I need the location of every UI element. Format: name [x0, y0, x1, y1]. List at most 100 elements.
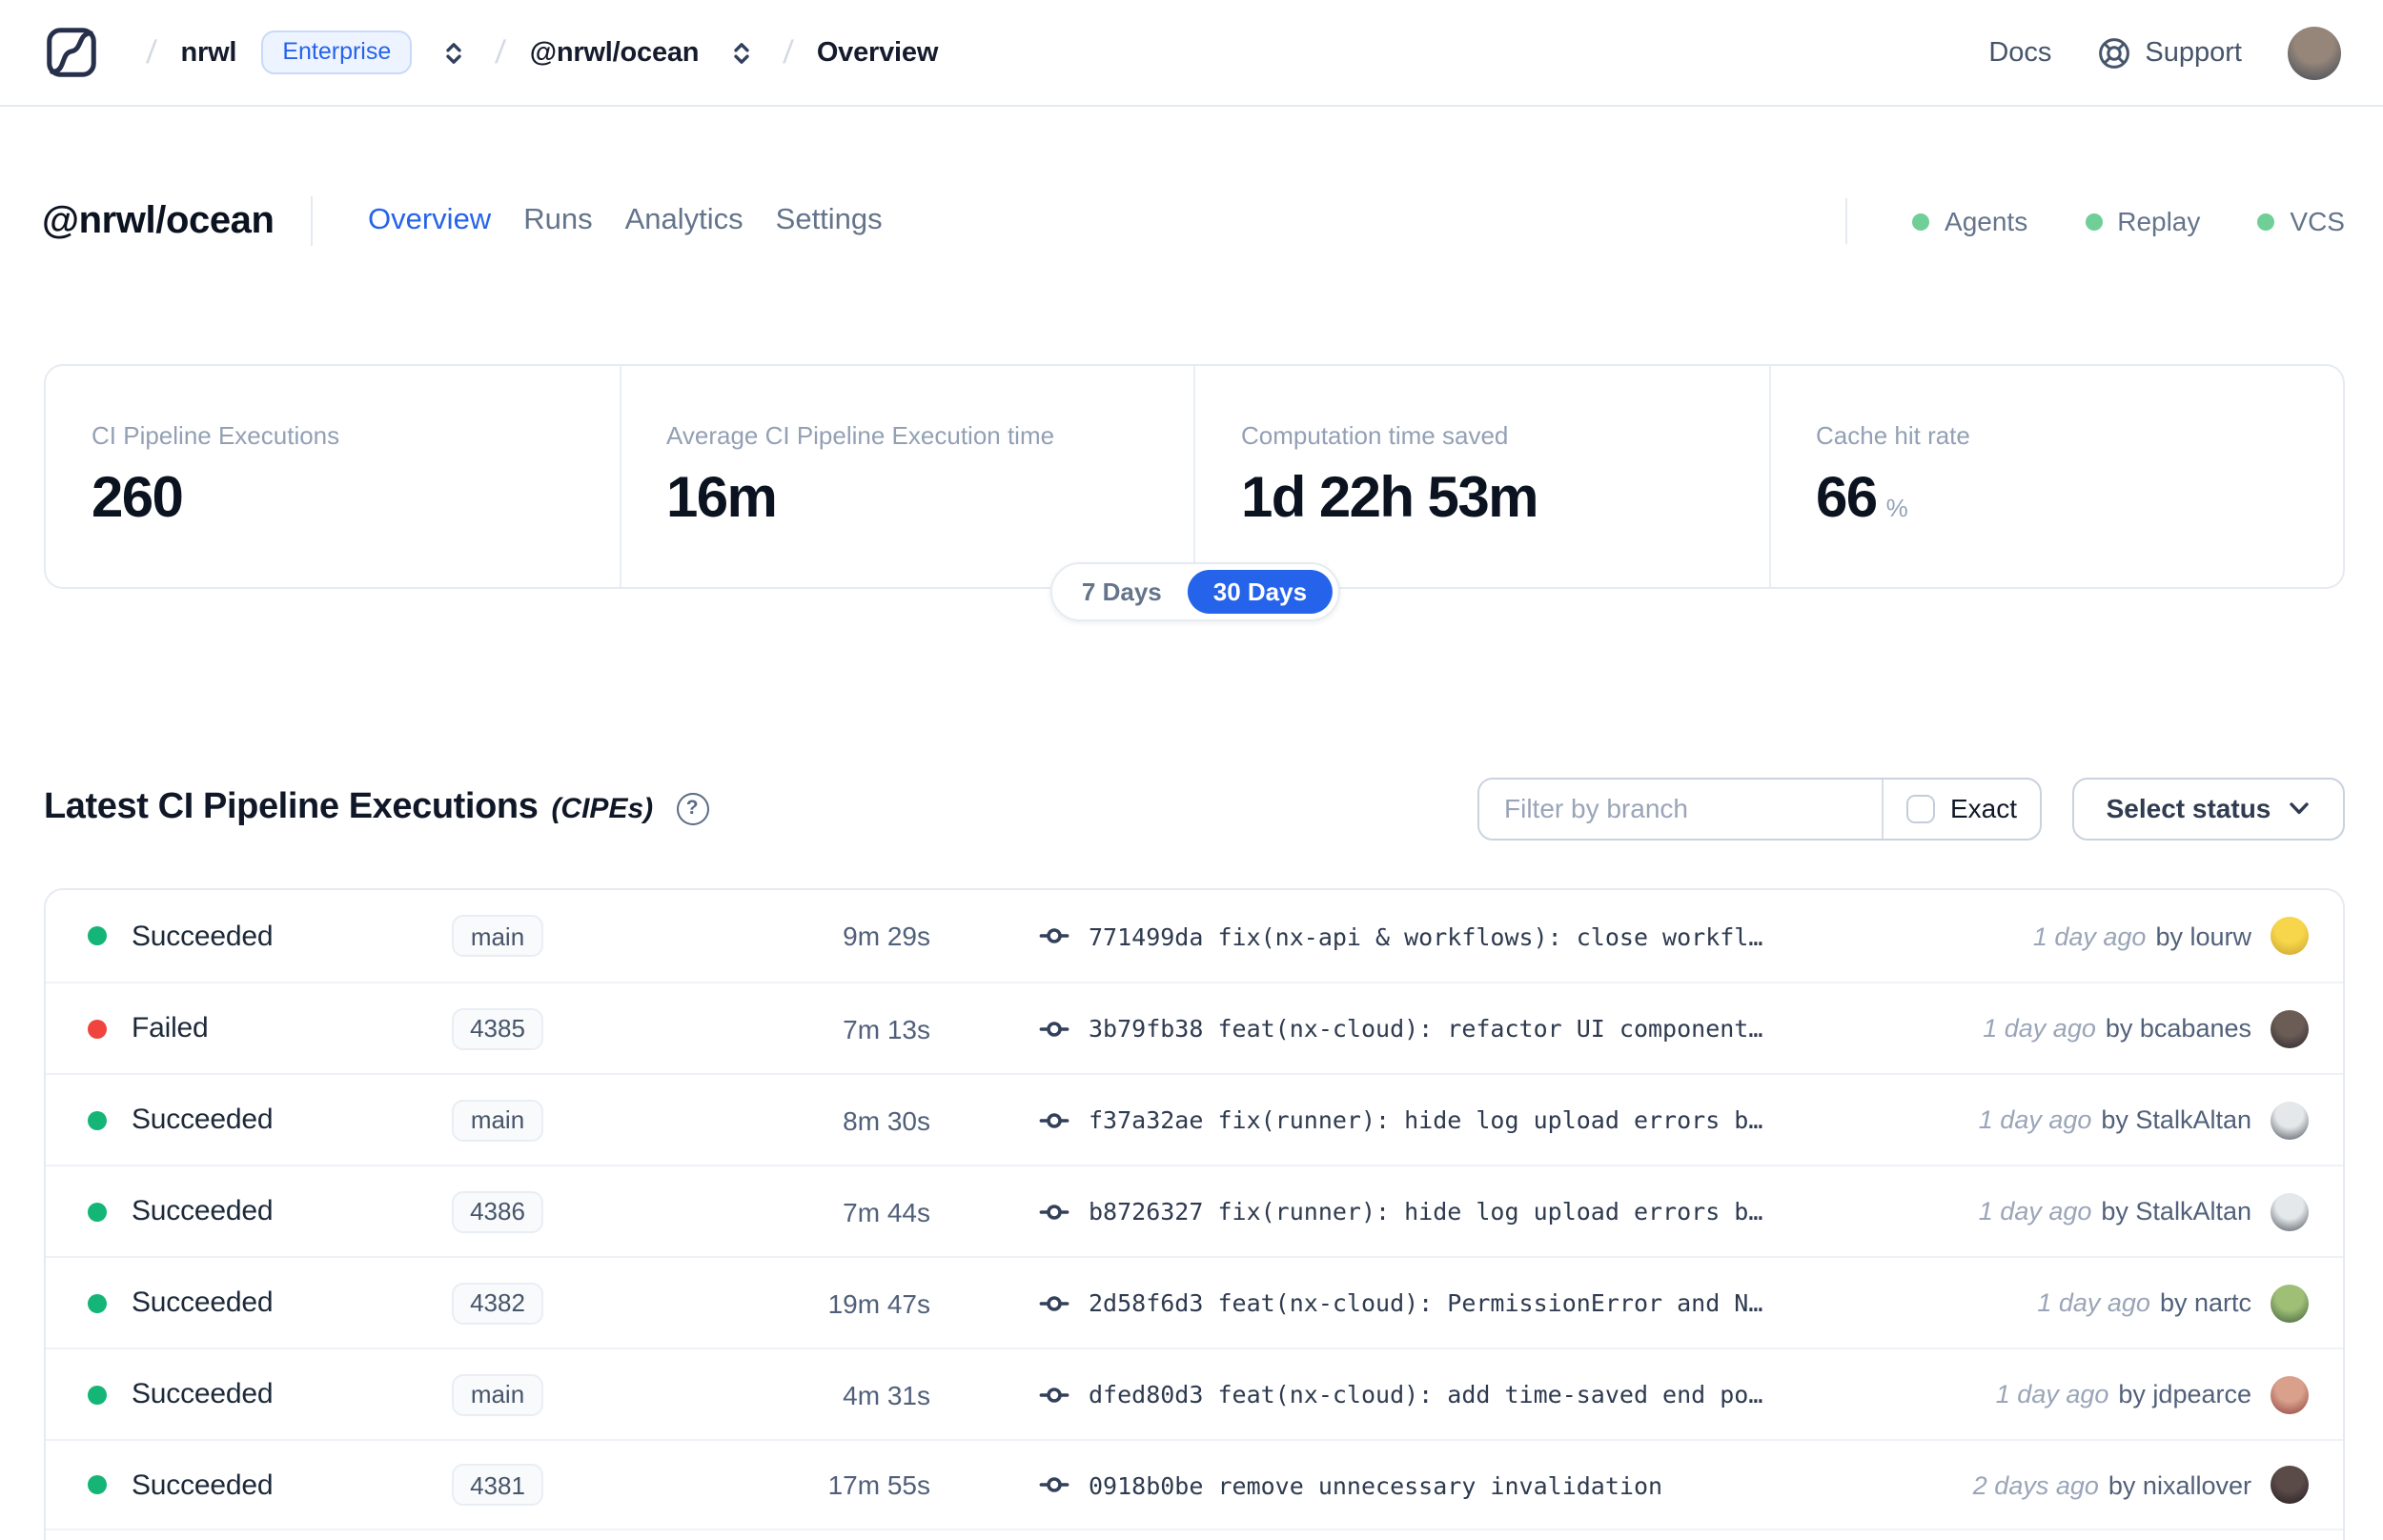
feature-agents: Agents — [1912, 206, 2027, 236]
header-right: Docs Support — [1988, 26, 2341, 79]
exact-checkbox[interactable] — [1905, 794, 1935, 822]
meta-cell: 1 day ago by StalkAltan — [1979, 1192, 2309, 1230]
tab-settings[interactable]: Settings — [776, 204, 883, 238]
status-dot-icon — [88, 1385, 107, 1404]
commit-link[interactable]: 3b79fb38 feat(nx-cloud): refactor UI com… — [1089, 1014, 1762, 1043]
stat-value: 260 — [92, 467, 184, 530]
branch-badge[interactable]: 4386 — [451, 1190, 544, 1232]
branch-badge[interactable]: main — [451, 915, 544, 957]
tab-overview[interactable]: Overview — [368, 204, 491, 238]
table-row[interactable]: Succeeded 4382 19m 47s 2d58f6d3 feat(nx-… — [46, 1256, 2343, 1348]
author-avatar[interactable] — [2271, 917, 2309, 955]
breadcrumb: / nrwl Enterprise / @nrwl/ocean / Overvi… — [145, 30, 938, 74]
status-cell: Succeeded — [88, 1469, 393, 1501]
status-label: Succeeded — [132, 1104, 274, 1136]
table-row[interactable]: Succeeded 4381 17m 55s 0918b0be remove u… — [46, 1439, 2343, 1530]
status-cell: Succeeded — [88, 1378, 393, 1410]
stat-card-computation-time-saved: Computation time saved 1d 22h 53m — [1193, 366, 1768, 587]
stat-card-ci-pipeline-executions: CI Pipeline Executions 260 — [46, 366, 619, 587]
tab-runs[interactable]: Runs — [523, 204, 592, 238]
select-status-dropdown[interactable]: Select status — [2072, 777, 2345, 840]
green-dot-icon — [2257, 213, 2275, 230]
page-title: @nrwl/ocean — [42, 199, 275, 241]
duration: 4m 31s — [843, 1379, 930, 1409]
divider — [1845, 198, 1848, 244]
commit-link[interactable]: dfed80d3 feat(nx-cloud): add time-saved … — [1089, 1380, 1762, 1408]
commit-link[interactable]: 2d58f6d3 feat(nx-cloud): PermissionError… — [1089, 1288, 1762, 1317]
table-row[interactable]: Succeeded main 8m 30s f37a32ae fix(runne… — [46, 1073, 2343, 1165]
git-commit-icon — [1039, 1387, 1069, 1402]
table-row[interactable]: Succeeded main 4m 31s dfed80d3 feat(nx-c… — [46, 1348, 2343, 1439]
git-commit-icon — [1039, 1021, 1069, 1036]
date-range-toggle: 7 Days 30 Days — [1049, 562, 1340, 621]
git-commit-icon — [1039, 1295, 1069, 1310]
commit-link[interactable]: 771499da fix(nx-api & workflows): close … — [1089, 922, 1762, 950]
table-row[interactable]: Succeeded main 9m 29s 771499da fix(nx-ap… — [46, 890, 2343, 982]
branch-badge[interactable]: main — [451, 1373, 544, 1415]
support-label: Support — [2145, 37, 2242, 68]
duration: 17m 55s — [827, 1469, 930, 1500]
branch-badge[interactable]: 4385 — [451, 1007, 544, 1049]
breadcrumb-workspace[interactable]: @nrwl/ocean — [530, 37, 700, 68]
status-dot-icon — [88, 1019, 107, 1038]
time-ago: 1 day ago — [1983, 1014, 2096, 1043]
commit-cell: 771499da fix(nx-api & workflows): close … — [1039, 921, 2010, 951]
branch-cell: 4382 — [393, 1282, 602, 1324]
author: by StalkAltan — [2101, 1197, 2251, 1226]
stat-label: CI Pipeline Executions — [92, 421, 340, 450]
time-ago: 1 day ago — [1978, 1197, 2092, 1226]
user-avatar[interactable] — [2288, 26, 2341, 79]
status-label: Succeeded — [132, 1195, 274, 1227]
duration: 8m 30s — [843, 1104, 930, 1135]
meta-cell: 1 day ago by nartc — [2037, 1284, 2309, 1322]
cipe-section-header: Latest CI Pipeline Executions (CIPEs) ? … — [44, 766, 2345, 850]
commit-link[interactable]: b8726327 fix(runner): hide log upload er… — [1089, 1197, 1762, 1226]
commit-link[interactable]: f37a32ae fix(runner): hide log upload er… — [1089, 1105, 1762, 1134]
feature-status-group: Agents Replay VCS — [1845, 198, 2345, 244]
breadcrumb-org[interactable]: nrwl — [180, 37, 236, 68]
status-label: Failed — [132, 1012, 209, 1044]
workspace-selector-button[interactable] — [723, 35, 758, 70]
branch-badge[interactable]: 4382 — [451, 1282, 544, 1324]
git-commit-icon — [1039, 928, 1069, 943]
range-7-days-button[interactable]: 7 Days — [1057, 570, 1187, 614]
author-avatar[interactable] — [2271, 1009, 2309, 1047]
status-dot-icon — [88, 926, 107, 945]
author-avatar[interactable] — [2271, 1375, 2309, 1413]
author-avatar[interactable] — [2271, 1466, 2309, 1504]
commit-link[interactable]: 0918b0be remove unnecessary invalidation — [1089, 1470, 1662, 1499]
chevrons-up-down-icon — [446, 42, 461, 63]
branch-cell: 4381 — [393, 1464, 602, 1506]
docs-link[interactable]: Docs — [1988, 37, 2051, 68]
status-label: Succeeded — [132, 920, 274, 952]
support-link[interactable]: Support — [2097, 35, 2242, 70]
meta-cell: 1 day ago by jdpearce — [1996, 1375, 2309, 1413]
author-avatar[interactable] — [2271, 1284, 2309, 1322]
green-dot-icon — [1912, 213, 1930, 230]
meta-cell: 1 day ago by bcabanes — [1983, 1009, 2309, 1047]
org-selector-button[interactable] — [437, 35, 471, 70]
time-ago: 1 day ago — [2032, 922, 2147, 950]
chevron-down-icon — [2290, 802, 2310, 815]
meta-cell: 1 day ago by lourw — [2033, 917, 2309, 955]
stat-card-average-execution-time: Average CI Pipeline Execution time 16m — [619, 366, 1193, 587]
meta-cell: 1 day ago by StalkAltan — [1979, 1101, 2309, 1139]
range-30-days-button[interactable]: 30 Days — [1188, 570, 1333, 614]
cipe-table: Succeeded main 9m 29s 771499da fix(nx-ap… — [44, 888, 2345, 1540]
table-row[interactable]: Succeeded 4386 7m 44s b8726327 fix(runne… — [46, 1165, 2343, 1256]
section-title: Latest CI Pipeline Executions — [44, 787, 539, 827]
branch-badge[interactable]: main — [451, 1099, 544, 1141]
stat-suffix: % — [1885, 494, 1908, 522]
table-row[interactable]: Failed 4385 7m 13s 3b79fb38 feat(nx-clou… — [46, 982, 2343, 1073]
question-circle-icon[interactable]: ? — [676, 792, 709, 824]
status-dot-icon — [88, 1475, 107, 1494]
branch-badge[interactable]: 4381 — [451, 1464, 544, 1506]
author-avatar[interactable] — [2271, 1101, 2309, 1139]
select-status-label: Select status — [2106, 793, 2271, 823]
time-ago: 2 days ago — [1972, 1470, 2099, 1499]
tab-analytics[interactable]: Analytics — [625, 204, 743, 238]
author-avatar[interactable] — [2271, 1192, 2309, 1230]
author: by jdpearce — [2118, 1380, 2251, 1408]
nx-cloud-logo-icon[interactable] — [42, 23, 101, 82]
branch-filter-input[interactable] — [1479, 779, 1882, 838]
